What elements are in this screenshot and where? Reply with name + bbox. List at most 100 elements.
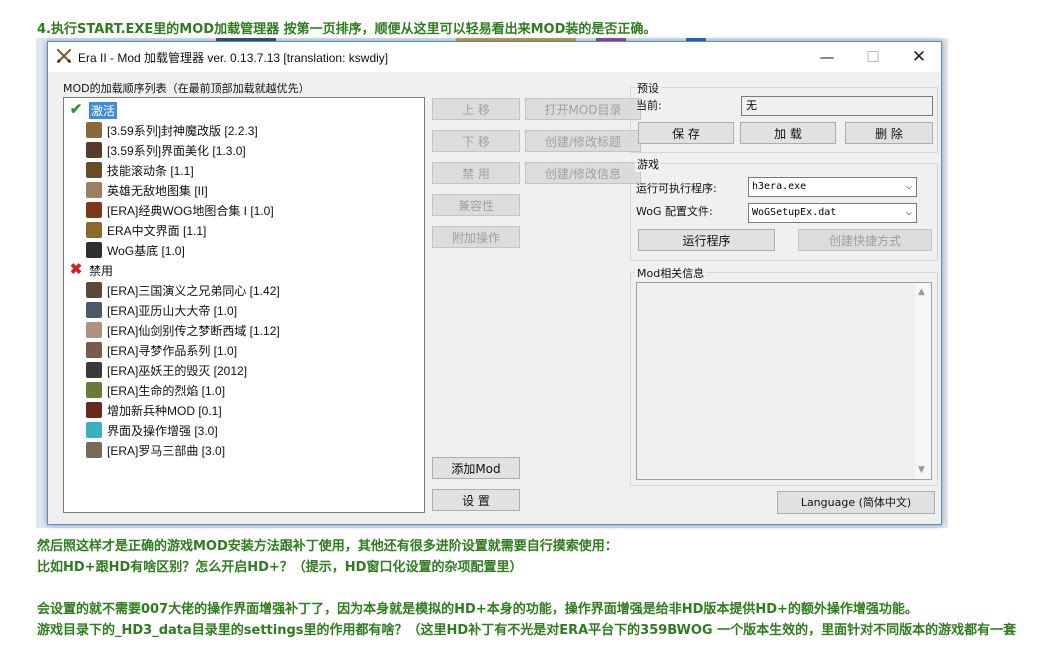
- mod-list-item-label: WoG基底 [1.0]: [107, 243, 185, 258]
- mod-thumbnail-icon: [86, 122, 102, 138]
- mod-list-item[interactable]: [ERA]亚历山大大帝 [1.0]: [86, 300, 237, 320]
- executable-label: 运行可执行程序:: [636, 182, 717, 195]
- delete-preset-button[interactable]: 删 除: [845, 122, 933, 144]
- mod-thumbnail-icon: [86, 402, 102, 418]
- article-heading: 4.执行START.EXE里的MOD加载管理器 按第一页排序，顺便从这里可以轻易…: [37, 22, 657, 37]
- mod-list-item[interactable]: [3.59系列]封神魔改版 [2.2.3]: [86, 120, 258, 140]
- article-paragraph-1: 然后照这样才是正确的游戏MOD安装方法跟补丁使用，其他还有很多进阶设置就需要自行…: [37, 539, 618, 554]
- open-mod-directory-button[interactable]: 打开MOD目录: [525, 98, 641, 120]
- mod-list-item[interactable]: [ERA]仙剑别传之梦断西域 [1.12]: [86, 320, 280, 340]
- mod-list-item[interactable]: [ERA]寻梦作品系列 [1.0]: [86, 340, 237, 360]
- mod-thumbnail-icon: [86, 422, 102, 438]
- mod-list-item-label: 英雄无敌地图集 [II]: [107, 183, 208, 198]
- load-preset-button[interactable]: 加 载: [740, 122, 836, 144]
- mod-list-item-label: [ERA]三国演义之兄弟同心 [1.42]: [107, 283, 280, 298]
- article-paragraph-2: 比如HD+跟HD有啥区别？怎么开启HD+？（提示，HD窗口化设置的杂项配置里）: [37, 560, 523, 575]
- mod-thumbnail-icon: [86, 382, 102, 398]
- extra-operations-button[interactable]: 附加操作: [432, 226, 520, 248]
- mod-list-item-label: [ERA]亚历山大大帝 [1.0]: [107, 303, 238, 318]
- current-preset-label: 当前:: [636, 99, 662, 112]
- category-disabled-label: 禁用: [89, 263, 114, 278]
- title-bar[interactable]: Era II - Mod 加载管理器 ver. 0.13.7.13 [trans…: [48, 42, 941, 72]
- create-shortcut-button[interactable]: 创建快捷方式: [798, 229, 932, 251]
- mod-order-tree[interactable]: ✔ 激活 [3.59系列]封神魔改版 [2.2.3] [3.59系列]界面美化 […: [63, 97, 425, 513]
- mod-list-item[interactable]: ERA中文界面 [1.1]: [86, 220, 206, 240]
- mod-list-item-label: [ERA]寻梦作品系列 [1.0]: [107, 343, 238, 358]
- mod-list-item-label: [3.59系列]封神魔改版 [2.2.3]: [107, 123, 258, 138]
- mod-info-textbox[interactable]: ▲ ▼: [636, 282, 932, 480]
- mod-list-item[interactable]: 英雄无敌地图集 [II]: [86, 180, 208, 200]
- mod-thumbnail-icon: [86, 142, 102, 158]
- mod-thumbnail-icon: [86, 322, 102, 338]
- mod-thumbnail-icon: [86, 222, 102, 238]
- edit-title-button[interactable]: 创建/修改标题: [525, 130, 641, 152]
- info-scrollbar[interactable]: ▲ ▼: [915, 283, 931, 479]
- scroll-up-icon: ▲: [918, 287, 925, 297]
- crossed-swords-icon: [56, 48, 72, 64]
- wog-config-select[interactable]: WoGSetupEx.dat ⌵: [748, 203, 917, 223]
- mod-list-item-label: [ERA]巫妖王的毁灭 [2012]: [107, 363, 248, 378]
- mod-thumbnail-icon: [86, 162, 102, 178]
- wog-config-value: WoGSetupEx.dat: [752, 207, 837, 218]
- close-button[interactable]: ✕: [896, 42, 942, 72]
- preset-group-label: 预设: [635, 80, 661, 96]
- save-preset-button[interactable]: 保 存: [638, 122, 734, 144]
- disable-button[interactable]: 禁 用: [432, 162, 520, 184]
- mod-list-item-label: [3.59系列]界面美化 [1.3.0]: [107, 143, 246, 158]
- executable-select[interactable]: h3era.exe ⌵: [748, 177, 917, 197]
- mod-list-item[interactable]: 增加新兵种MOD [0.1]: [86, 400, 222, 420]
- checkmark-icon: ✔: [69, 101, 83, 118]
- mod-list-item[interactable]: [ERA]经典WOG地图合集 I [1.0]: [86, 200, 274, 220]
- category-enabled-label: 激活: [89, 101, 118, 119]
- move-up-button[interactable]: 上 移: [432, 98, 520, 120]
- red-x-icon: ✖: [69, 261, 83, 278]
- mod-list-item[interactable]: 技能滚动条 [1.1]: [86, 160, 194, 180]
- mod-thumbnail-icon: [86, 442, 102, 458]
- mod-thumbnail-icon: [86, 362, 102, 378]
- category-disabled[interactable]: ✖ 禁用: [68, 260, 113, 280]
- mod-list-item[interactable]: [ERA]三国演义之兄弟同心 [1.42]: [86, 280, 280, 300]
- mod-manager-window: Era II - Mod 加载管理器 ver. 0.13.7.13 [trans…: [47, 41, 942, 525]
- mod-thumbnail-icon: [86, 202, 102, 218]
- scroll-down-icon: ▼: [918, 465, 925, 475]
- mod-thumbnail-icon: [86, 342, 102, 358]
- article-paragraph-4: 游戏目录下的_HD3_data目录里的settings里的作用都有啥？（这里HD…: [37, 623, 1017, 638]
- mod-order-label: MOD的加载顺序列表（在最前顶部加载就越优先）: [63, 82, 310, 95]
- minimize-button[interactable]: —: [804, 42, 850, 72]
- mod-list-item[interactable]: [ERA]生命的烈焰 [1.0]: [86, 380, 225, 400]
- executable-value: h3era.exe: [752, 181, 807, 192]
- mod-thumbnail-icon: [86, 242, 102, 258]
- mod-list-item[interactable]: [ERA]罗马三部曲 [3.0]: [86, 440, 225, 460]
- mod-list-item-label: [ERA]罗马三部曲 [3.0]: [107, 443, 226, 458]
- mod-list-item[interactable]: [ERA]巫妖王的毁灭 [2012]: [86, 360, 247, 380]
- maximize-button[interactable]: ☐: [850, 42, 896, 72]
- mod-thumbnail-icon: [86, 282, 102, 298]
- mod-list-item[interactable]: 界面及操作增强 [3.0]: [86, 420, 218, 440]
- edit-info-button[interactable]: 创建/修改信息: [525, 162, 641, 184]
- run-game-button[interactable]: 运行程序: [638, 229, 775, 251]
- mod-list-item-label: 增加新兵种MOD [0.1]: [107, 403, 222, 418]
- mod-list-item-label: ERA中文界面 [1.1]: [107, 223, 207, 238]
- compatibility-button[interactable]: 兼容性: [432, 194, 520, 216]
- window-title: Era II - Mod 加载管理器 ver. 0.13.7.13 [trans…: [78, 51, 389, 65]
- mod-list-item-label: [ERA]经典WOG地图合集 I [1.0]: [107, 203, 274, 218]
- wog-config-label: WoG 配置文件:: [636, 205, 713, 218]
- chevron-down-icon: ⌵: [905, 207, 912, 218]
- add-mod-button[interactable]: 添加Mod: [432, 457, 520, 479]
- settings-button[interactable]: 设 置: [432, 489, 520, 511]
- category-enabled[interactable]: ✔ 激活: [68, 100, 118, 120]
- mod-list-item[interactable]: [3.59系列]界面美化 [1.3.0]: [86, 140, 246, 160]
- current-preset-field[interactable]: 无: [741, 96, 933, 116]
- game-group-label: 游戏: [635, 156, 661, 172]
- mod-list-item-label: [ERA]生命的烈焰 [1.0]: [107, 383, 226, 398]
- mod-thumbnail-icon: [86, 302, 102, 318]
- language-button[interactable]: Language (简体中文): [777, 491, 935, 514]
- mod-list-item-label: [ERA]仙剑别传之梦断西域 [1.12]: [107, 323, 280, 338]
- mod-list-item[interactable]: WoG基底 [1.0]: [86, 240, 185, 260]
- mod-list-item-label: 界面及操作增强 [3.0]: [107, 423, 218, 438]
- mod-thumbnail-icon: [86, 182, 102, 198]
- mod-info-group-label: Mod相关信息: [635, 265, 707, 281]
- mod-list-item-label: 技能滚动条 [1.1]: [107, 163, 194, 178]
- move-down-button[interactable]: 下 移: [432, 130, 520, 152]
- article-paragraph-3: 会设置的就不需要007大佬的操作界面增强补丁了，因为本身就是模拟的HD+本身的功…: [37, 602, 918, 617]
